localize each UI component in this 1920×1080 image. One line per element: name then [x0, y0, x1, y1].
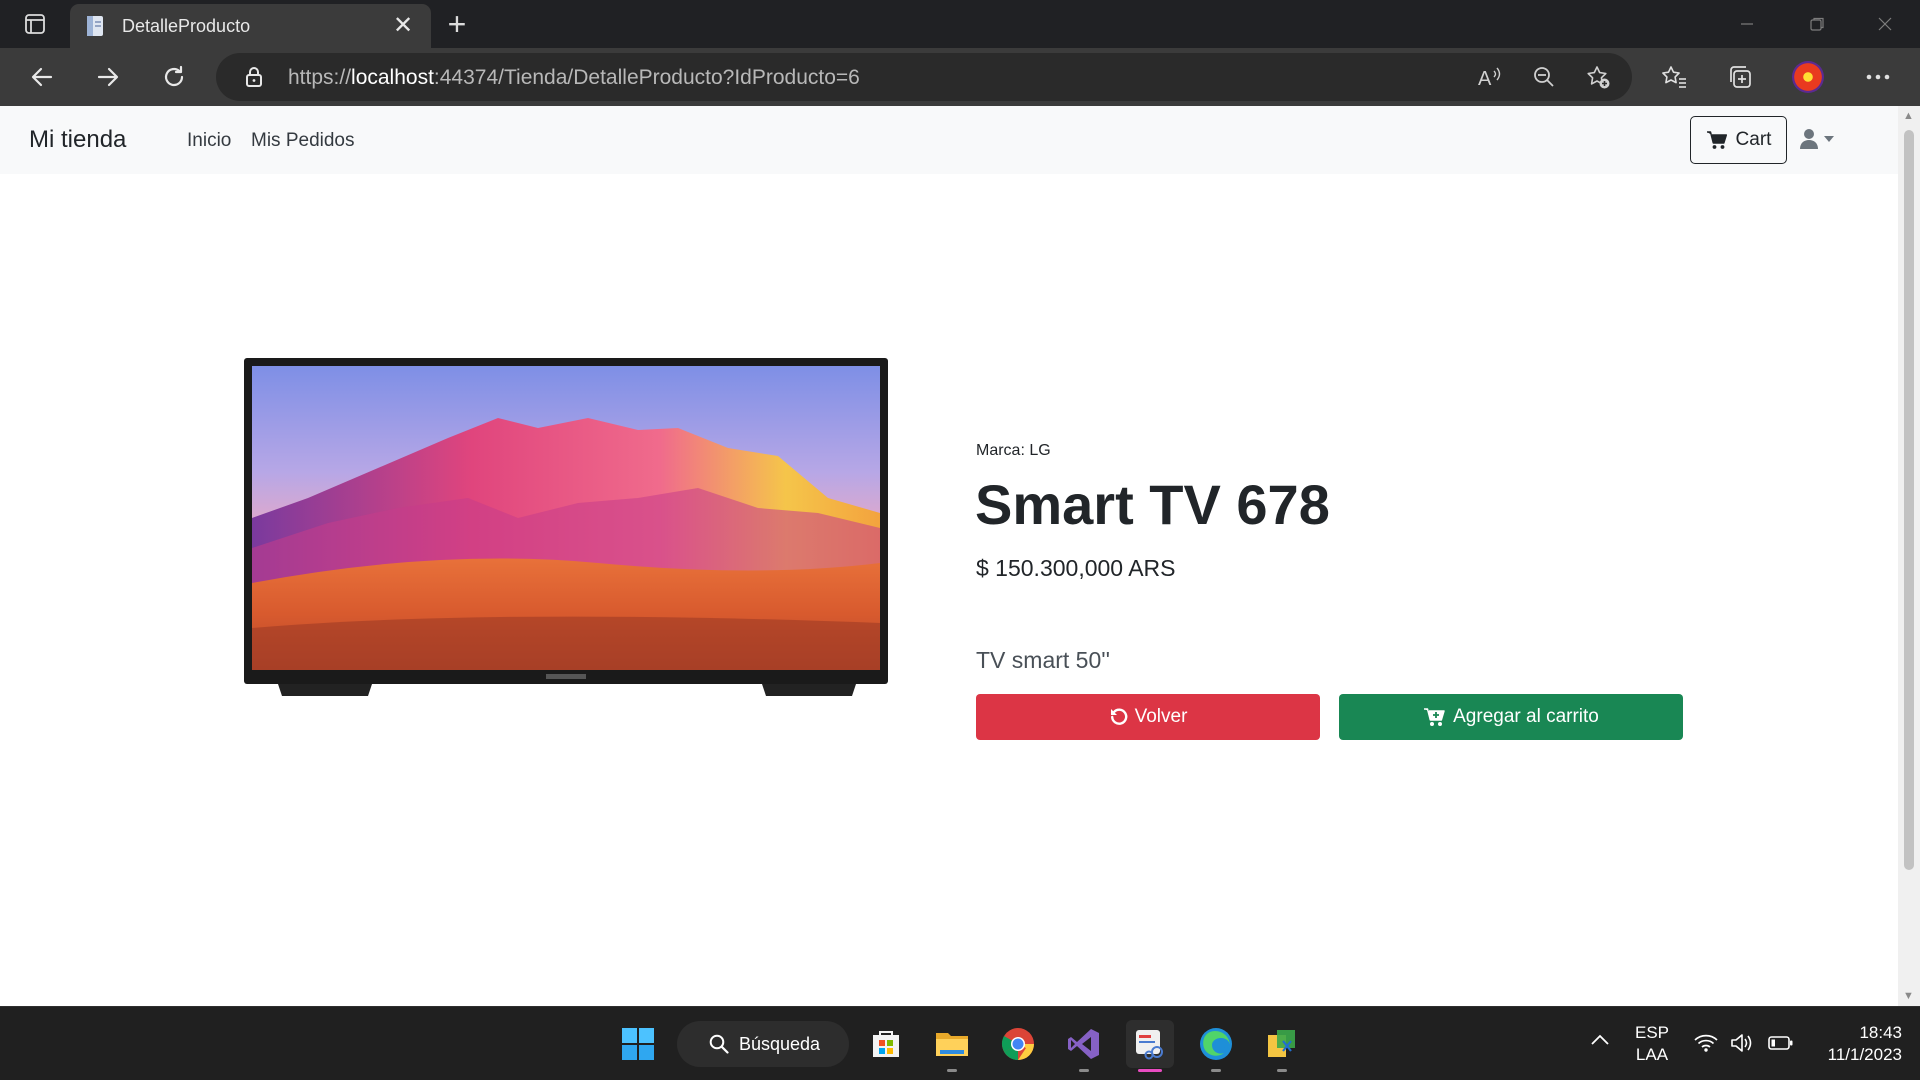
running-indicator: [1079, 1069, 1089, 1072]
url-host: localhost: [351, 66, 434, 89]
clock[interactable]: 18:43 11/1/2023: [1810, 1022, 1902, 1066]
zoom-out-icon[interactable]: [1530, 63, 1558, 91]
sticky-app[interactable]: [1258, 1020, 1306, 1072]
cart-plus-icon: [1424, 708, 1445, 726]
edge-icon: [1200, 1028, 1232, 1060]
read-aloud-icon[interactable]: A: [1476, 63, 1504, 91]
close-window-button[interactable]: [1850, 0, 1920, 48]
tab-title: DetalleProducto: [122, 15, 251, 36]
store-icon: [873, 1031, 899, 1057]
undo-icon: [1110, 708, 1127, 725]
active-indicator: [1138, 1069, 1162, 1072]
volume-icon[interactable]: [1730, 1033, 1756, 1058]
page-favicon-icon: [87, 16, 103, 36]
start-button[interactable]: [614, 1020, 662, 1068]
nav-link-mis-pedidos[interactable]: Mis Pedidos: [251, 130, 355, 152]
running-indicator: [1211, 1069, 1221, 1072]
collections-icon: [1730, 66, 1751, 88]
product-description: TV smart 50'': [976, 647, 1111, 673]
minimize-icon: [1741, 23, 1753, 25]
scroll-up-icon[interactable]: ▲: [1903, 110, 1914, 122]
caret-down-icon: [1824, 136, 1834, 142]
more-dots-icon: [1866, 74, 1890, 80]
url-path: :44374/Tienda/DetalleProducto?IdProducto…: [433, 66, 860, 89]
snipping-tool-app[interactable]: [1126, 1020, 1174, 1072]
search-label: Búsqueda: [739, 1033, 821, 1054]
lock-icon[interactable]: [244, 65, 264, 89]
scrollbar-thumb[interactable]: [1904, 130, 1914, 870]
search-icon: [709, 1034, 729, 1054]
clock-time: 18:43: [1859, 1023, 1902, 1042]
chrome-app[interactable]: [994, 1020, 1042, 1068]
product-price: $ 150.300,000 ARS: [976, 555, 1176, 581]
url-text[interactable]: https://localhost:44374/Tienda/DetallePr…: [288, 66, 860, 90]
refresh-icon: [164, 65, 184, 87]
battery-icon[interactable]: [1768, 1035, 1794, 1056]
taskbar-search[interactable]: Búsqueda: [677, 1021, 849, 1067]
shopping-cart-icon: [1706, 131, 1727, 149]
cart-label: Cart: [1735, 129, 1772, 150]
nav-link-inicio[interactable]: Inicio: [187, 130, 231, 152]
windows-taskbar: Búsqueda ESP LAA 18:43 11/1/2023: [0, 1006, 1920, 1080]
input-language[interactable]: ESP LAA: [1634, 1022, 1670, 1066]
more-menu-button[interactable]: [1858, 57, 1898, 97]
svg-text:A: A: [1478, 68, 1492, 89]
microsoft-store-app[interactable]: [862, 1020, 910, 1068]
restore-icon: [1810, 17, 1824, 31]
profile-avatar: [1792, 61, 1824, 93]
close-tab-icon[interactable]: ✕: [389, 12, 417, 40]
site-brand-link[interactable]: Mi tienda: [29, 126, 126, 154]
running-indicator: [1277, 1069, 1287, 1072]
favorites-button[interactable]: [1654, 57, 1694, 97]
lang-code: ESP: [1634, 1023, 1670, 1042]
favorites-icon: [1662, 66, 1686, 88]
clock-date: 11/1/2023: [1827, 1045, 1902, 1064]
back-button-volver[interactable]: Volver: [976, 694, 1320, 740]
profile-button[interactable]: [1788, 57, 1828, 97]
tab-actions-icon: [25, 14, 45, 34]
address-bar[interactable]: https://localhost:44374/Tienda/DetallePr…: [216, 53, 1632, 101]
tab-actions-button[interactable]: [0, 0, 70, 48]
close-window-icon: [1878, 17, 1892, 31]
snipping-tool-icon: [1136, 1030, 1163, 1060]
add-favorite-icon[interactable]: [1584, 63, 1612, 91]
new-tab-button[interactable]: +: [440, 6, 474, 42]
folder-icon: [936, 1033, 968, 1056]
running-indicator: [947, 1069, 957, 1072]
edge-app[interactable]: [1192, 1020, 1240, 1072]
url-scheme: https://: [288, 66, 352, 89]
restore-button[interactable]: [1782, 0, 1852, 48]
add-to-cart-label: Agregar al carrito: [1453, 706, 1599, 727]
add-to-cart-button[interactable]: Agregar al carrito: [1339, 694, 1683, 740]
product-brand: Marca: LG: [976, 442, 1051, 459]
web-page: Mi tienda Inicio Mis Pedidos Cart Marca:…: [0, 106, 1898, 1006]
browser-toolbar: https://localhost:44374/Tienda/DetallePr…: [0, 48, 1920, 106]
keyboard-layout: LAA: [1635, 1045, 1669, 1064]
back-button[interactable]: [22, 57, 62, 97]
wifi-icon[interactable]: [1694, 1033, 1718, 1058]
scroll-down-icon[interactable]: ▼: [1903, 990, 1914, 1002]
collections-button[interactable]: [1720, 57, 1760, 97]
minimize-button[interactable]: [1712, 0, 1782, 48]
show-hidden-icons-icon[interactable]: [1590, 1033, 1610, 1051]
site-navbar: Mi tienda Inicio Mis Pedidos Cart: [0, 106, 1898, 174]
arrow-right-icon: [97, 67, 119, 87]
visual-studio-app[interactable]: [1060, 1020, 1108, 1072]
chrome-icon: [1001, 1028, 1034, 1060]
cart-button[interactable]: Cart: [1690, 116, 1787, 164]
puzzle-app-icon: [1268, 1030, 1295, 1057]
browser-tab[interactable]: DetalleProducto ✕: [70, 4, 431, 48]
back-button-label: Volver: [1134, 706, 1188, 727]
visual-studio-icon: [1068, 1029, 1099, 1059]
page-scrollbar[interactable]: ▲ ▼: [1898, 106, 1920, 1006]
refresh-button[interactable]: [154, 57, 194, 97]
file-explorer-app[interactable]: [928, 1020, 976, 1072]
forward-button[interactable]: [88, 57, 128, 97]
product-title: Smart TV 678: [975, 473, 1330, 536]
windows-logo-icon: [622, 1028, 654, 1060]
arrow-left-icon: [31, 67, 53, 87]
product-image: [244, 358, 888, 696]
user-icon: [1800, 129, 1818, 149]
user-dropdown[interactable]: [1800, 128, 1834, 150]
